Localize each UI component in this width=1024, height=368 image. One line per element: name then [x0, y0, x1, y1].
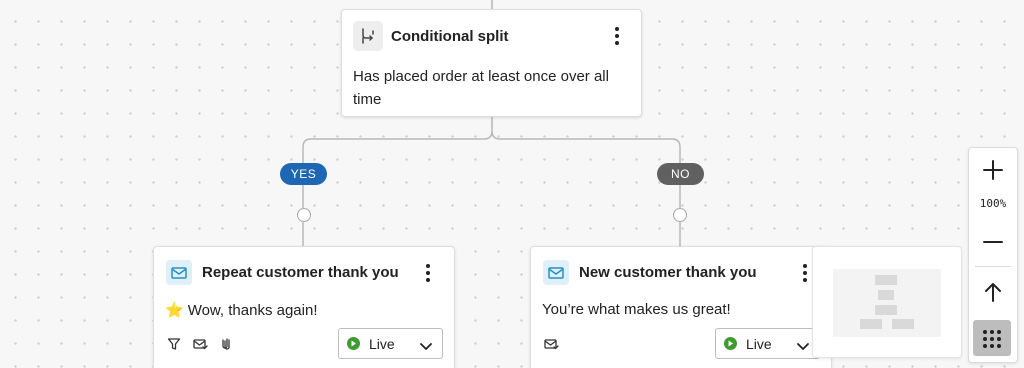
- email-node-title: Repeat customer thank you: [202, 264, 399, 281]
- zoom-controls: 100%: [968, 147, 1018, 363]
- minimap-node: [878, 290, 894, 300]
- smart-send-icon: [191, 335, 209, 353]
- status-label: Live: [369, 335, 395, 352]
- email-preview-text: You’re what makes us great!: [542, 301, 731, 318]
- no-branch-badge: NO: [657, 163, 704, 185]
- email-settings-icons: [165, 335, 235, 353]
- minimap-node: [892, 319, 914, 329]
- zoom-out-button[interactable]: [969, 228, 1017, 256]
- smart-send-icon: [542, 335, 560, 353]
- minimap-node: [860, 319, 882, 329]
- yes-branch-add-step-port[interactable]: [297, 208, 311, 222]
- status-dropdown[interactable]: Live: [338, 328, 443, 359]
- email-node-menu-button[interactable]: [418, 263, 438, 283]
- email-preview-text: ⭐ Wow, thanks again!: [165, 301, 318, 320]
- email-node-new-customer[interactable]: New customer thank you You’re what makes…: [530, 246, 832, 368]
- email-preview-message: Wow, thanks again!: [187, 301, 318, 319]
- zoom-level-readout: 100%: [979, 197, 1007, 210]
- email-node-title: New customer thank you: [579, 264, 757, 281]
- minimap-node: [875, 305, 897, 315]
- conditional-split-node[interactable]: Conditional split Has placed order at le…: [341, 9, 642, 117]
- minimap-toggle-button[interactable]: [973, 320, 1011, 356]
- email-settings-icons: [542, 335, 560, 353]
- flow-minimap[interactable]: [812, 246, 962, 358]
- live-status-icon: [347, 337, 360, 350]
- split-node-description: Has placed order at least once over all …: [353, 68, 609, 108]
- utm-tracking-icon: [217, 335, 235, 353]
- no-branch-add-step-port[interactable]: [673, 208, 687, 222]
- zoom-divider: [975, 266, 1011, 267]
- email-preview-message: You’re what makes us great!: [542, 301, 731, 318]
- email-icon: [166, 260, 192, 285]
- split-node-menu-button[interactable]: [607, 26, 627, 46]
- status-dropdown[interactable]: Live: [715, 328, 820, 359]
- email-icon: [543, 260, 569, 285]
- zoom-in-button[interactable]: [969, 156, 1017, 184]
- email-node-repeat-customer[interactable]: Repeat customer thank you ⭐ Wow, thanks …: [153, 246, 455, 368]
- yes-branch-badge: YES: [280, 163, 327, 185]
- chevron-down-icon: [797, 338, 809, 356]
- chevron-down-icon: [420, 338, 432, 356]
- star-emoji-icon: ⭐: [165, 302, 184, 319]
- minimap-viewport[interactable]: [833, 269, 941, 337]
- live-status-icon: [724, 337, 737, 350]
- filter-icon: [165, 335, 183, 353]
- minimap-node: [875, 275, 897, 285]
- recenter-button[interactable]: [969, 278, 1017, 306]
- split-node-title: Conditional split: [391, 28, 509, 45]
- split-branch-icon: [353, 21, 383, 51]
- status-label: Live: [746, 335, 772, 352]
